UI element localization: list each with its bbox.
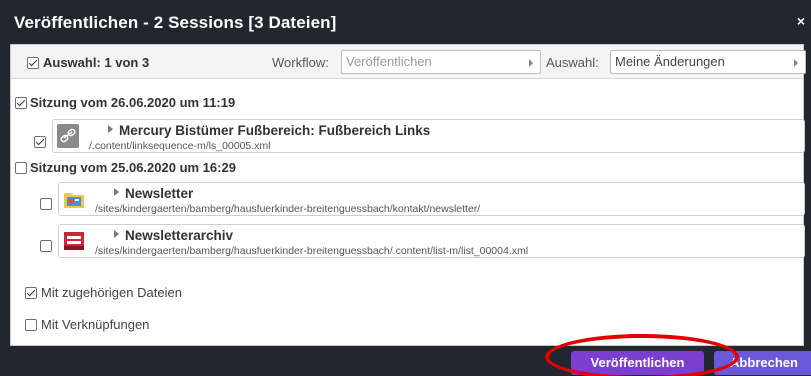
- session-label: Sitzung vom 25.06.2020 um 16:29: [30, 160, 236, 175]
- resource-title: Newsletterarchiv: [114, 228, 233, 243]
- dialog-titlebar: Veröffentlichen - 2 Sessions [3 Dateien]…: [0, 0, 811, 44]
- dialog-body: Auswahl: 1 von 3 Workflow: Veröffentlich…: [10, 44, 806, 346]
- links-checkbox[interactable]: [25, 318, 37, 331]
- expand-icon[interactable]: [108, 125, 113, 133]
- selection-select-value: Meine Änderungen: [615, 54, 725, 69]
- publish-dialog: Veröffentlichen - 2 Sessions [3 Dateien]…: [0, 0, 811, 376]
- session-header[interactable]: Sitzung vom 26.06.2020 um 11:19: [15, 95, 235, 110]
- session-label: Sitzung vom 26.06.2020 um 11:19: [30, 95, 236, 110]
- select-all-label: Auswahl: 1 von 3: [43, 55, 150, 70]
- session-checkbox[interactable]: [15, 161, 27, 174]
- resource-checkbox[interactable]: [34, 136, 46, 148]
- resource-item[interactable]: Newsletterarchiv /sites/kindergaerten/ba…: [58, 224, 805, 258]
- workflow-label: Workflow:: [272, 55, 329, 70]
- resource-path: /.content/linksequence-m/ls_00005.xml: [89, 140, 271, 152]
- selection-label: Auswahl:: [546, 55, 599, 70]
- select-all-checkbox[interactable]: [27, 56, 39, 69]
- workflow-select-value: Veröffentlichen: [346, 54, 432, 69]
- list-icon: [63, 229, 85, 253]
- caret-right-icon: [794, 59, 798, 67]
- expand-icon[interactable]: [114, 230, 119, 238]
- resource-checkbox[interactable]: [40, 198, 52, 210]
- related-files-checkbox[interactable]: [25, 286, 37, 299]
- related-files-option[interactable]: Mit zugehörigen Dateien: [25, 285, 182, 300]
- link-icon: [57, 124, 79, 148]
- resource-title: Newsletter: [114, 186, 193, 201]
- highlight-ellipse: [545, 334, 739, 376]
- resource-item[interactable]: Mercury Bistümer Fußbereich: Fußbereich …: [52, 119, 805, 153]
- resource-path: /sites/kindergaerten/bamberg/hausfuerkin…: [95, 203, 481, 215]
- selection-toolbar: Auswahl: 1 von 3 Workflow: Veröffentlich…: [11, 45, 806, 79]
- caret-right-icon: [529, 59, 533, 67]
- resource-title-text: Newsletter: [125, 186, 194, 201]
- resource-title-text: Mercury Bistümer Fußbereich: Fußbereich …: [119, 123, 431, 138]
- select-all-control[interactable]: Auswahl: 1 von 3: [27, 55, 149, 70]
- resource-item[interactable]: Newsletter /sites/kindergaerten/bamberg/…: [58, 182, 805, 216]
- close-icon[interactable]: ×: [795, 14, 807, 28]
- links-label: Mit Verknüpfungen: [41, 317, 150, 332]
- dialog-title: Veröffentlichen - 2 Sessions [3 Dateien]: [14, 13, 337, 32]
- session-checkbox[interactable]: [15, 96, 27, 109]
- folder-icon: [63, 187, 85, 211]
- links-option[interactable]: Mit Verknüpfungen: [25, 317, 149, 332]
- selection-select[interactable]: Meine Änderungen: [610, 50, 806, 74]
- resource-checkbox[interactable]: [40, 240, 52, 252]
- resource-title: Mercury Bistümer Fußbereich: Fußbereich …: [108, 123, 430, 138]
- resource-title-text: Newsletterarchiv: [125, 228, 234, 243]
- resource-path: /sites/kindergaerten/bamberg/hausfuerkin…: [95, 245, 529, 257]
- session-header[interactable]: Sitzung vom 25.06.2020 um 16:29: [15, 160, 236, 175]
- expand-icon[interactable]: [114, 188, 119, 196]
- workflow-select[interactable]: Veröffentlichen: [341, 50, 541, 74]
- related-files-label: Mit zugehörigen Dateien: [41, 285, 182, 300]
